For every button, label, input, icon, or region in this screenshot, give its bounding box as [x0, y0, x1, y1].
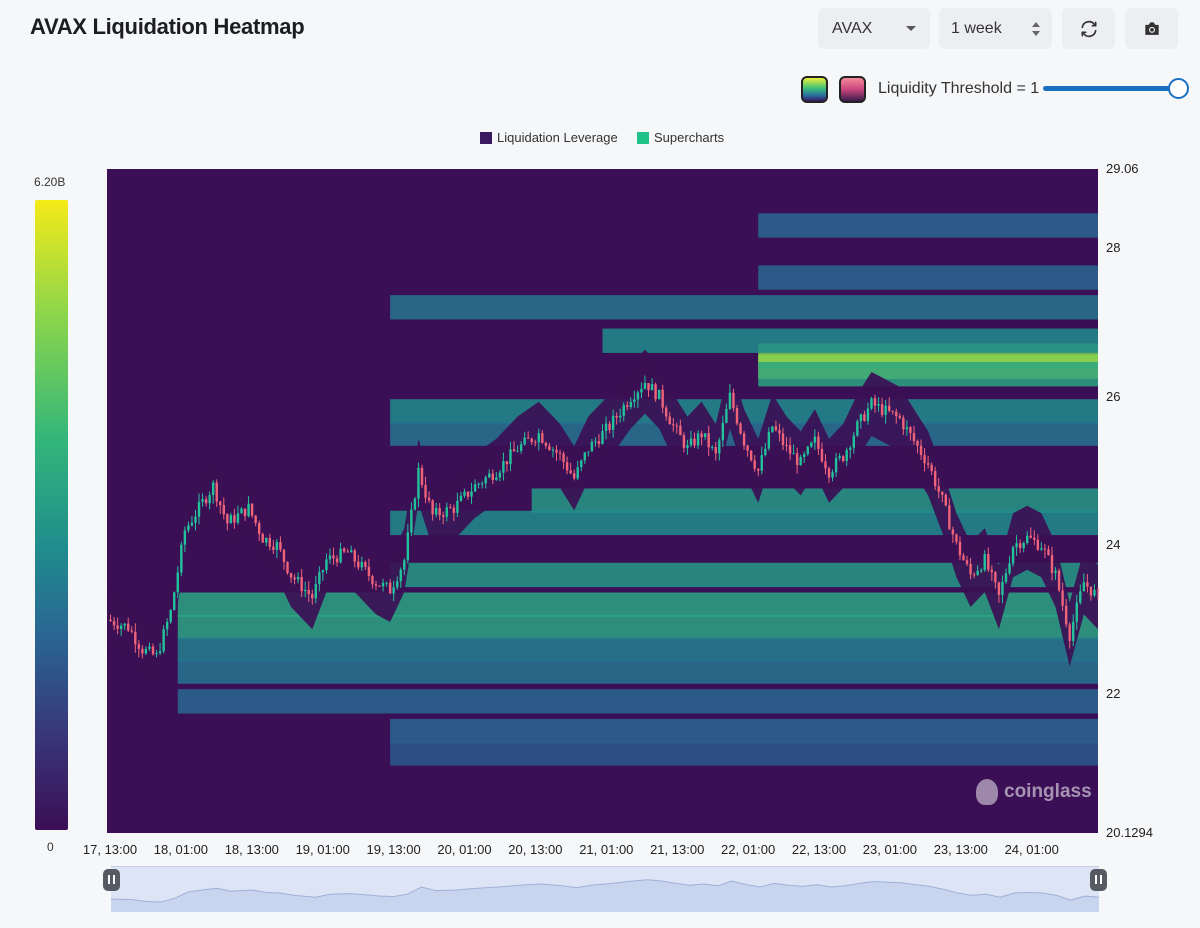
price-candle: [261, 532, 264, 543]
price-candle: [173, 591, 176, 611]
liquidation-band: [531, 488, 1098, 513]
navigator-right-handle[interactable]: [1090, 869, 1107, 891]
price-candle: [413, 496, 417, 511]
x-tick-label: 23, 01:00: [862, 842, 917, 857]
liquidation-band: [758, 362, 1098, 387]
x-tick-label: 22, 01:00: [720, 842, 776, 857]
x-tick-label: 19, 01:00: [295, 842, 350, 857]
price-candle: [169, 608, 172, 624]
y-tick-label: 28: [1106, 239, 1121, 255]
price-candle: [657, 389, 661, 400]
price-candle: [749, 450, 753, 462]
x-tick-label: 19, 13:00: [366, 842, 421, 857]
range-navigator[interactable]: [111, 866, 1099, 912]
navigator-left-handle[interactable]: [103, 869, 120, 891]
y-tick-label: 29.06: [1106, 161, 1139, 176]
x-tick-label: 20, 13:00: [508, 842, 563, 857]
liquidation-band: [390, 510, 1099, 536]
x-tick-label: 18, 13:00: [224, 842, 279, 857]
x-tick-label: 20, 01:00: [437, 842, 492, 857]
y-tick-label: 22: [1106, 685, 1121, 701]
price-candle: [654, 382, 657, 402]
x-tick-label: 18, 01:00: [153, 842, 208, 857]
watermark-text: coinglass: [1004, 781, 1092, 802]
x-tick-label: 21, 13:00: [650, 842, 705, 857]
liquidation-band: [758, 265, 1098, 290]
navigator-overview: [111, 879, 1099, 912]
liquidation-band: [758, 213, 1098, 238]
coinglass-logo-icon: [976, 779, 998, 805]
liquidation-band: [177, 659, 1099, 684]
price-candle: [286, 561, 289, 575]
price-candle: [162, 625, 165, 654]
x-tick-label: 17, 13:00: [82, 842, 138, 857]
y-tick-label: 20.1294: [1106, 825, 1153, 840]
price-candle: [420, 464, 424, 488]
liquidation-band: [390, 741, 1099, 766]
liquidation-band: [390, 295, 1099, 320]
navigator-area: [111, 879, 1099, 912]
liquidation-band: [177, 689, 1099, 714]
y-tick-label: 26: [1106, 388, 1121, 404]
price-candle: [870, 396, 873, 411]
x-tick-label: 21, 01:00: [579, 842, 634, 857]
x-tick-label: 24, 01:00: [1004, 842, 1059, 857]
liquidation-band: [390, 718, 1099, 744]
y-tick-label: 24: [1106, 537, 1121, 553]
price-candle: [856, 419, 859, 437]
watermark: coinglass: [976, 779, 1092, 805]
price-candle: [1057, 568, 1061, 593]
liquidation-band: [177, 637, 1099, 662]
price-candle: [944, 493, 948, 507]
liquidation-band: [602, 328, 1098, 353]
x-tick-label: 22, 13:00: [791, 842, 847, 857]
price-candle: [739, 422, 742, 435]
x-tick-label: 23, 13:00: [933, 842, 988, 857]
price-candle: [180, 541, 183, 577]
price-candle: [1011, 545, 1015, 567]
